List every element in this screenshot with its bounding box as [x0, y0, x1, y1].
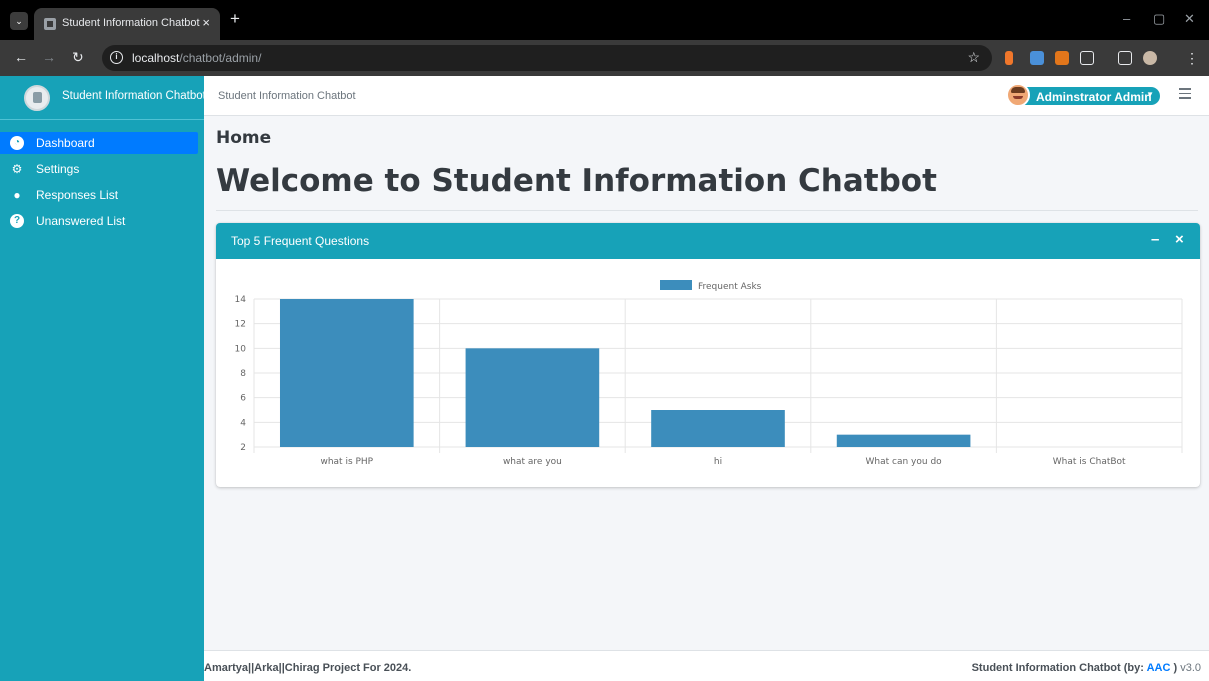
address-bar[interactable]: i localhost/chatbot/admin/ ☆: [102, 45, 992, 71]
browser-tab[interactable]: Student Information Chatbot ×: [34, 8, 220, 40]
y-tick-label: 8: [240, 369, 246, 379]
sidebar-item-label: Responses List: [36, 188, 119, 202]
y-tick-label: 2: [240, 443, 246, 453]
translate-extension-icon[interactable]: [1030, 51, 1044, 65]
bar: [279, 299, 414, 447]
reload-icon[interactable]: ↻: [72, 49, 84, 65]
frequent-questions-card: Top 5 Frequent Questions – × 2 4 6 8 10 12 14 w…: [216, 223, 1200, 487]
restore-window-icon[interactable]: ▢: [1153, 11, 1165, 27]
footer-brand: Student Information Chatbot (by:: [971, 662, 1147, 674]
bar: [651, 410, 785, 447]
close-window-icon[interactable]: ✕: [1184, 11, 1195, 27]
site-info-icon[interactable]: i: [110, 51, 123, 64]
main-content: Home Welcome to Student Information Chat…: [204, 116, 1209, 650]
url-path: /chatbot/admin/: [179, 51, 262, 65]
bookmark-star-icon[interactable]: ☆: [967, 49, 980, 66]
y-tick-label: 12: [235, 320, 246, 330]
user-name: Adminstrator Admin: [1036, 90, 1152, 104]
forward-icon[interactable]: →: [42, 49, 56, 65]
brand-logo-icon: [24, 85, 50, 111]
url-text: localhost/chatbot/admin/: [132, 51, 261, 65]
new-tab-icon[interactable]: +: [230, 10, 240, 28]
top-navbar: Student Information Chatbot Adminstrator…: [204, 76, 1209, 116]
frequent-questions-chart: 2 4 6 8 10 12 14 what is PHP what are you hi What …: [235, 280, 1183, 467]
question-icon: ?: [10, 214, 24, 228]
avatar: [1006, 83, 1030, 107]
x-tick-label: what is PHP: [320, 457, 373, 467]
side-panel-icon[interactable]: [1118, 51, 1132, 65]
page-breadcrumb: Home: [216, 128, 272, 148]
footer-author-link[interactable]: AAC: [1147, 662, 1171, 674]
navbar-title: Student Information Chatbot: [218, 90, 356, 102]
x-tick-label: hi: [714, 457, 722, 467]
url-host: localhost: [132, 51, 180, 65]
page-title: Welcome to Student Information Chatbot: [216, 163, 937, 199]
tab-search-icon[interactable]: ⌄: [10, 12, 28, 30]
extensions-puzzle-icon[interactable]: [1080, 51, 1094, 65]
sidebar-menu: ◔ Dashboard ⚙ Settings ● Responses List …: [0, 132, 204, 232]
footer: Amartya||Arka||Chirag Project For 2024. …: [204, 650, 1209, 681]
x-tick-label: what are you: [503, 457, 562, 467]
sidebar-item-unanswered-list[interactable]: ? Unanswered List: [0, 210, 204, 232]
metamask-extension-icon[interactable]: [1055, 51, 1069, 65]
hamburger-menu-icon[interactable]: [1179, 88, 1191, 102]
tab-title: Student Information Chatbot: [62, 17, 200, 29]
minimize-window-icon[interactable]: –: [1123, 11, 1130, 26]
footer-credits: Amartya||Arka||Chirag Project For 2024.: [204, 662, 412, 674]
footer-info: Student Information Chatbot (by: AAC ) v…: [972, 662, 1201, 674]
dashboard-icon: ◔: [10, 136, 24, 150]
card-title: Top 5 Frequent Questions: [231, 234, 370, 248]
comment-icon: ●: [13, 188, 21, 202]
browser-tab-bar: ⌄ Student Information Chatbot × + – ▢ ✕: [0, 0, 1209, 40]
y-tick-label: 10: [235, 344, 247, 354]
sidebar-item-settings[interactable]: ⚙ Settings: [0, 158, 204, 180]
card-header: Top 5 Frequent Questions – ×: [216, 223, 1200, 259]
page-favicon-icon: [44, 18, 56, 30]
x-tick-label: What is ChatBot: [1053, 457, 1126, 467]
y-tick-label: 4: [240, 418, 246, 428]
legend-label: Frequent Asks: [698, 282, 762, 292]
divider: [216, 210, 1198, 211]
remove-card-icon[interactable]: ×: [1175, 231, 1184, 249]
tab-close-icon[interactable]: ×: [202, 15, 210, 30]
collapse-card-icon[interactable]: –: [1151, 231, 1159, 249]
browser-toolbar: ← → ↻ i localhost/chatbot/admin/ ☆ ⋮: [0, 40, 1209, 76]
bar: [465, 348, 600, 447]
x-tick-label: What can you do: [866, 457, 943, 467]
y-tick-label: 6: [240, 394, 246, 404]
browser-menu-icon[interactable]: ⋮: [1185, 50, 1199, 66]
back-icon[interactable]: ←: [14, 49, 28, 65]
sidebar-item-label: Settings: [36, 162, 80, 176]
brave-extension-icon[interactable]: [1005, 51, 1013, 65]
sidebar-item-dashboard[interactable]: ◔ Dashboard: [0, 132, 198, 154]
sidebar-item-label: Unanswered List: [36, 214, 126, 228]
brand-text: Student Information Chatbot: [62, 90, 206, 102]
sidebar-item-responses-list[interactable]: ● Responses List: [0, 184, 204, 206]
card-body: 2 4 6 8 10 12 14 what is PHP what are you hi What …: [216, 259, 1200, 487]
sidebar-item-label: Dashboard: [36, 136, 95, 150]
footer-version: v3.0: [1177, 662, 1201, 674]
sidebar: Student Information Chatbot ◔ Dashboard …: [0, 76, 206, 681]
y-tick-label: 14: [235, 295, 247, 305]
bar: [836, 434, 971, 447]
caret-down-icon: ▼: [1146, 90, 1154, 99]
user-menu-button[interactable]: Adminstrator Admin ▼: [1006, 83, 1160, 107]
cogs-icon: ⚙: [11, 162, 23, 176]
profile-avatar-icon[interactable]: [1143, 51, 1157, 65]
legend-swatch: [660, 280, 692, 290]
sidebar-brand[interactable]: Student Information Chatbot: [0, 76, 206, 120]
